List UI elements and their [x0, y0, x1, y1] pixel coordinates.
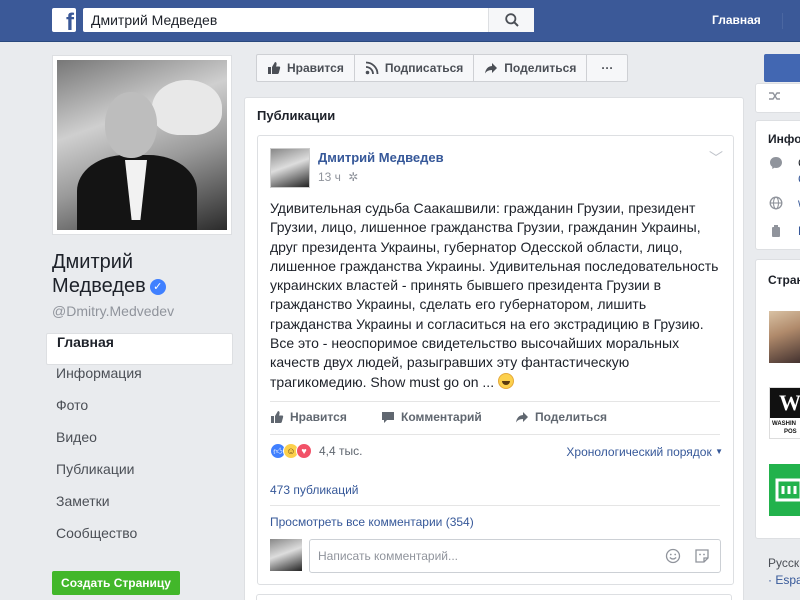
page-title: Дмитрий Медведев ✓: [52, 250, 242, 298]
info-card-title: Инфор: [768, 132, 800, 146]
share-page-button[interactable]: Поделиться: [473, 54, 588, 82]
more-options-button[interactable]: ···: [586, 54, 629, 82]
liked-page-thumb-2[interactable]: W WASHIN POS: [769, 387, 800, 439]
publications-section: Публикации Дмитрий Медведев 13 ч ✲ ﹀ Уди…: [244, 97, 744, 600]
leftnav-item-home[interactable]: Главная: [46, 333, 233, 365]
post-comment-button[interactable]: Комментарий: [381, 410, 482, 424]
comment-box: [309, 539, 721, 573]
search-input[interactable]: [83, 8, 488, 32]
post-author-avatar[interactable]: [270, 148, 310, 188]
love-reaction-icon: ♥: [296, 443, 312, 459]
share-arrow-icon: [515, 410, 529, 424]
commenter-avatar: [270, 539, 302, 571]
leftnav-item-photos[interactable]: Фото: [46, 397, 233, 429]
next-post-card: [256, 594, 732, 600]
leftnav-item-info[interactable]: Информация: [46, 365, 233, 397]
language-link-spanish[interactable]: · Espa: [768, 572, 800, 589]
search-button[interactable]: [488, 8, 534, 32]
shares-count-link[interactable]: 473 публикаций: [270, 483, 359, 497]
left-navigation: Главная Информация Фото Видео Публикации…: [46, 333, 233, 557]
facebook-logo-icon[interactable]: f: [52, 8, 76, 32]
emoji-picker-icon[interactable]: [665, 548, 681, 564]
messenger-icon: [770, 157, 782, 169]
nav-divider: [782, 13, 783, 29]
post-share-label: Поделиться: [535, 410, 608, 424]
page-action-bar: Нравится Подписаться Поделиться ···: [256, 54, 629, 82]
right-top-card: [755, 83, 800, 113]
divider: [270, 505, 720, 506]
search-box: [83, 8, 534, 32]
globe-icon: [769, 196, 783, 210]
comment-input[interactable]: [310, 540, 650, 572]
post-action-bar: Нравится Комментарий Поделиться: [270, 401, 720, 435]
top-bar: f Главная: [0, 0, 800, 42]
view-all-comments-link[interactable]: Просмотреть все комментарии (354): [270, 515, 474, 529]
caret-down-icon: ▼: [715, 447, 723, 456]
post-card: Дмитрий Медведев 13 ч ✲ ﹀ Удивительная с…: [257, 135, 734, 585]
tag-icon: [772, 225, 780, 237]
info-card: Инфор С С w Г: [755, 120, 800, 250]
share-page-label: Поделиться: [504, 61, 577, 75]
follow-label: Подписаться: [384, 61, 464, 75]
like-page-label: Нравится: [287, 61, 344, 75]
post-comment-label: Комментарий: [401, 410, 482, 424]
like-page-button[interactable]: Нравится: [256, 54, 355, 82]
publications-title: Публикации: [257, 108, 336, 123]
post-like-button[interactable]: Нравится: [270, 410, 347, 424]
leftnav-item-notes[interactable]: Заметки: [46, 493, 233, 525]
post-share-button[interactable]: Поделиться: [515, 410, 607, 424]
profile-picture[interactable]: [52, 55, 232, 235]
pages-card: Страни W WASHIN POS: [755, 259, 800, 539]
language-selector: Русск · Espa: [768, 555, 800, 589]
post-author-name[interactable]: Дмитрий Медведев: [318, 150, 444, 165]
post-options-chevron-icon[interactable]: ﹀: [709, 148, 723, 168]
globe-icon: ✲: [348, 170, 359, 184]
comment-bubble-icon: [381, 410, 395, 424]
profile-photo: [57, 60, 227, 230]
search-icon: [504, 13, 519, 27]
rss-icon: [365, 61, 379, 75]
comment-order-dropdown[interactable]: Хронологический порядок ▼: [566, 445, 723, 459]
leftnav-item-community[interactable]: Сообщество: [46, 525, 233, 557]
leftnav-item-videos[interactable]: Видео: [46, 429, 233, 461]
sticker-icon[interactable]: [694, 548, 710, 564]
pages-card-title: Страни: [768, 273, 800, 287]
follow-button[interactable]: Подписаться: [353, 54, 475, 82]
create-page-button[interactable]: Создать Страницу: [52, 571, 180, 595]
thumbs-up-icon: [270, 410, 284, 424]
share-arrow-icon: [484, 61, 498, 75]
post-like-label: Нравится: [290, 410, 347, 424]
laughing-emoji-icon: [497, 372, 514, 389]
page-username[interactable]: @Dmitry.Medvedev: [52, 303, 174, 319]
nav-home-link[interactable]: Главная: [712, 13, 761, 27]
send-message-button[interactable]: [764, 54, 800, 82]
thumbs-up-icon: [267, 61, 281, 75]
liked-page-thumb-1[interactable]: [769, 311, 800, 363]
post-text: Удивительная судьба Саакашвили: граждани…: [270, 200, 719, 390]
reactions-summary[interactable]: 👍︎ ☺ ♥ 4,4 тыс.: [270, 441, 362, 461]
post-timestamp[interactable]: 13 ч ✲: [318, 170, 358, 184]
liked-page-thumb-3[interactable]: [769, 464, 800, 516]
language-current: Русск: [768, 556, 800, 570]
shuffle-icon: [769, 92, 780, 100]
leftnav-item-posts[interactable]: Публикации: [46, 461, 233, 493]
reactions-count: 4,4 тыс.: [319, 444, 363, 458]
verified-badge-icon: ✓: [149, 279, 166, 295]
more-dots-icon: ···: [601, 61, 614, 75]
